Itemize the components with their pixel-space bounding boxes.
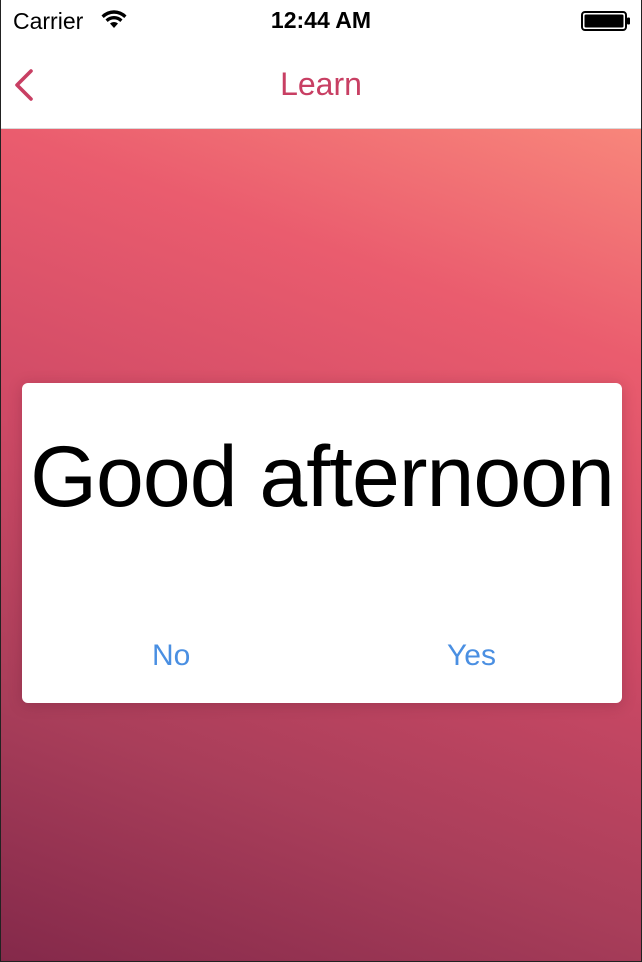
flashcard-phrase: Good afternoon <box>30 429 615 525</box>
page-title: Learn <box>280 66 362 102</box>
status-time: 12:44 AM <box>270 7 372 33</box>
status-bar: Carrier 12:44 AM <box>1 0 641 40</box>
yes-button[interactable]: Yes <box>447 639 496 673</box>
flashcard: Good afternoon No Yes <box>22 383 622 703</box>
battery-full-icon <box>581 11 630 31</box>
app-screen: Carrier 12:44 AM Learn Good afternoon No… <box>0 0 642 962</box>
learn-content-area: Good afternoon No Yes <box>1 129 641 961</box>
no-button[interactable]: No <box>152 639 190 673</box>
navigation-bar: Learn <box>1 40 641 129</box>
